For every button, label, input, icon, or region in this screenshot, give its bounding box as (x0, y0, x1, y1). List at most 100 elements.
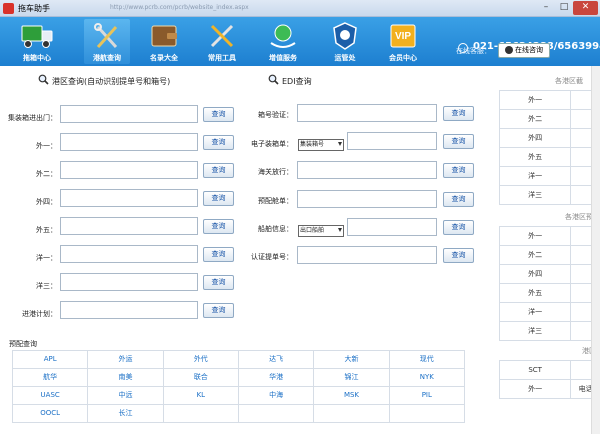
carrier-link[interactable]: 中海 (238, 387, 315, 405)
bill-of-lading-query-button[interactable]: 查询 (443, 248, 474, 263)
table-cell: 外五 (500, 148, 572, 166)
yang3-query-button[interactable]: 查询 (203, 275, 234, 290)
pre-manifest-input[interactable] (297, 190, 437, 208)
grid-row: 航华 南美 联合 华港 锦江 NYK (13, 369, 465, 387)
packing-list-type-select[interactable]: 集装箱号 (298, 139, 344, 151)
prebook-table: 外一 外二 外四 外五 洋一 洋三 (499, 226, 600, 341)
carrier-link[interactable]: 联合 (163, 369, 239, 387)
yang1-query-button[interactable]: 查询 (203, 247, 234, 262)
entry-plan-input[interactable] (60, 301, 198, 319)
carrier-link[interactable]: 华港 (238, 369, 315, 387)
carrier-link[interactable]: OOCL (13, 405, 89, 423)
box-verify-query-button[interactable]: 查询 (443, 106, 474, 121)
carrier-link[interactable]: UASC (13, 387, 89, 405)
wai2-query-button[interactable]: 查询 (203, 163, 234, 178)
carrier-link[interactable]: 外运 (88, 351, 164, 369)
carrier-link[interactable]: 现代 (389, 351, 465, 369)
vertical-scrollbar[interactable] (591, 66, 600, 434)
packing-list-input[interactable] (347, 132, 437, 150)
container-gate-input[interactable] (60, 105, 198, 123)
table-cell: 外四 (500, 129, 572, 147)
vessel-info-query-button[interactable]: 查询 (443, 220, 474, 235)
chat-icon (505, 46, 513, 54)
wai2-input[interactable] (60, 161, 198, 179)
wai1-query-button[interactable]: 查询 (203, 135, 234, 150)
maximize-button[interactable]: □ (556, 1, 572, 15)
entry-plan-query-button[interactable]: 查询 (203, 303, 234, 318)
tools-icon (94, 23, 118, 49)
field-label: 电子装箱单： (251, 140, 293, 148)
yang1-input[interactable] (60, 245, 198, 263)
toolbar-item-transport-office[interactable]: 运管处 (322, 19, 368, 64)
table-row: 外一 (500, 227, 600, 246)
vip-icon: VIP (390, 24, 416, 48)
carrier-link[interactable]: 南美 (88, 369, 164, 387)
toolbar-item-directory[interactable]: 名录大全 (141, 19, 187, 64)
toolbar-item-value-added[interactable]: 增值服务 (260, 19, 306, 64)
table-row: 外四 (500, 129, 600, 148)
carrier-link[interactable]: KL (163, 387, 239, 405)
online-chat-button[interactable]: 在线咨询 (498, 43, 550, 58)
magnifier-icon (38, 74, 49, 85)
field-label: 进港计划： (22, 310, 57, 318)
table-cell: 外一 (500, 227, 572, 245)
wai4-query-button[interactable]: 查询 (203, 191, 234, 206)
carrier-link[interactable]: 外代 (163, 351, 239, 369)
chat-button-label: 在线咨询 (515, 46, 543, 54)
packing-list-query-button[interactable]: 查询 (443, 134, 474, 149)
grid-row: UASC 中远 KL 中海 MSK PIL (13, 387, 465, 405)
carrier-link[interactable]: 中远 (88, 387, 164, 405)
app-icon (3, 3, 14, 14)
carrier-link[interactable]: APL (13, 351, 89, 369)
toolbar-item-member-center[interactable]: VIP 会员中心 (380, 19, 426, 64)
table-row: 外五 (500, 148, 600, 167)
pre-booking-grid: APL 外运 外代 达飞 大新 现代 航华 南美 联合 华港 锦江 NYK UA… (12, 350, 465, 423)
table-cell: 洋三 (500, 322, 572, 340)
table-cell: 外五 (500, 284, 572, 302)
toolbar-label: 会员中心 (389, 54, 417, 62)
carrier-link[interactable]: 航华 (13, 369, 89, 387)
table-row: 洋三 (500, 322, 600, 341)
field-label: 外二： (36, 170, 57, 178)
carrier-link[interactable]: 达飞 (238, 351, 315, 369)
police-badge-icon (333, 22, 357, 50)
vessel-type-select[interactable]: 出口船舶 (298, 225, 344, 237)
customs-release-query-button[interactable]: 查询 (443, 163, 474, 178)
table-row: 洋一 (500, 167, 600, 186)
table-cell: 外一 (500, 91, 572, 109)
bill-of-lading-input[interactable] (297, 246, 437, 264)
wai4-input[interactable] (60, 189, 198, 207)
vessel-info-input[interactable] (347, 218, 437, 236)
container-gate-query-button[interactable]: 查询 (203, 107, 234, 122)
yang3-input[interactable] (60, 273, 198, 291)
customs-release-input[interactable] (297, 161, 437, 179)
wai1-input[interactable] (60, 133, 198, 151)
carrier-link[interactable]: 锦江 (314, 369, 390, 387)
toolbar-item-common-tools[interactable]: 常用工具 (199, 19, 245, 64)
wai5-query-button[interactable]: 查询 (203, 219, 234, 234)
pre-manifest-query-button[interactable]: 查询 (443, 192, 474, 207)
carrier-link[interactable]: 大新 (314, 351, 390, 369)
table-row: 外一 电话 (500, 380, 600, 399)
carrier-link[interactable]: PIL (389, 387, 465, 405)
field-label: 洋一： (36, 254, 57, 262)
window-url: http://www.pcrb.com/pcrb/website_index.a… (110, 4, 249, 11)
carrier-link[interactable]: NYK (389, 369, 465, 387)
toolbar-item-towing-center[interactable]: 拖箱中心 (14, 19, 60, 64)
toolbar-item-port-query[interactable]: 港航查询 (84, 19, 130, 64)
close-button[interactable]: ✕ (573, 1, 598, 15)
table-cell: 外四 (500, 265, 572, 283)
field-label: 外四： (36, 198, 57, 206)
title-bar: 拖车助手 http://www.pcrb.com/pcrb/website_in… (0, 0, 600, 17)
prebook-section-title: 各港区预 (565, 213, 593, 221)
grid-row: APL 外运 外代 达飞 大新 现代 (13, 351, 465, 369)
wai5-input[interactable] (60, 217, 198, 235)
carrier-link[interactable]: 长江 (88, 405, 164, 423)
carrier-link[interactable]: MSK (314, 387, 390, 405)
toolbar-label: 常用工具 (208, 54, 236, 62)
minimize-button[interactable]: – (538, 1, 554, 15)
table-cell: 外一 (500, 380, 572, 398)
field-label: 洋三： (36, 282, 57, 290)
table-row: 洋三 (500, 186, 600, 205)
box-verify-input[interactable] (297, 104, 437, 122)
